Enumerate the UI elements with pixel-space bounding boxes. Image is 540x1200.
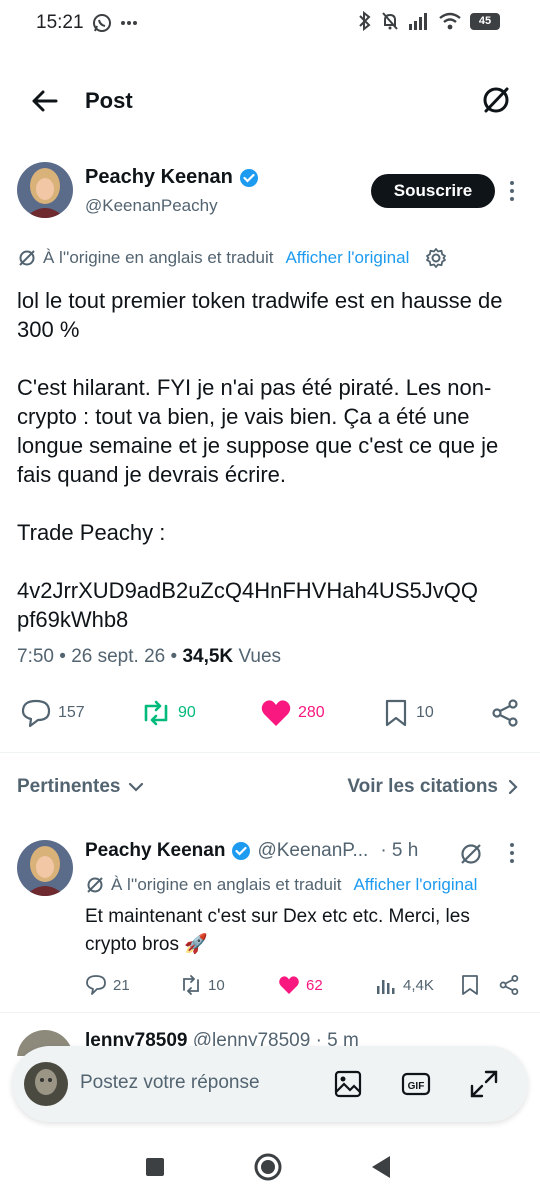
header: Post xyxy=(0,76,540,126)
reply-reply-button[interactable]: 21 xyxy=(85,974,130,996)
reply-avatar[interactable] xyxy=(17,840,73,896)
user-avatar[interactable] xyxy=(24,1062,68,1106)
reply-like-button[interactable]: 62 xyxy=(278,974,323,996)
reply-button[interactable]: 157 xyxy=(20,698,85,728)
repost-count: 90 xyxy=(178,704,196,721)
repost-icon xyxy=(183,975,199,995)
battery-indicator: 45 xyxy=(470,12,500,30)
comment-icon xyxy=(21,699,51,728)
home-button[interactable] xyxy=(251,1150,285,1184)
square-icon xyxy=(146,1158,164,1176)
whatsapp-icon xyxy=(93,14,111,32)
grok-translate-icon xyxy=(19,250,35,266)
share-button[interactable] xyxy=(490,698,520,728)
bluetooth-icon xyxy=(359,11,371,31)
reply-header: Peachy Keenan @KeenanP... · 5 h xyxy=(85,840,418,862)
reply-text: Et maintenant c'est sur Dex etc etc. Mer… xyxy=(85,906,470,955)
replies-header: Pertinentes Voir les citations xyxy=(0,770,540,810)
reply-translation-row: À l''origine en anglais et traduit Affic… xyxy=(85,875,477,895)
triangle-back-icon xyxy=(372,1156,390,1178)
expand-icon[interactable] xyxy=(468,1068,500,1100)
translation-note: À l''origine en anglais et traduit xyxy=(111,875,342,894)
reply-share-icon[interactable] xyxy=(498,974,520,996)
analytics-icon xyxy=(377,980,395,994)
reply-count: 157 xyxy=(58,704,85,721)
post-date: 26 sept. 26 xyxy=(71,646,166,667)
reply-repost-button[interactable]: 10 xyxy=(180,974,225,996)
post-time: 7:50 xyxy=(17,646,54,667)
author-handle[interactable]: @KeenanPeachy xyxy=(85,196,218,216)
repost-icon xyxy=(144,700,168,726)
post-actions: 157 90 280 10 xyxy=(0,694,540,734)
compose-bar: GIF xyxy=(12,1046,528,1122)
reply-actions: 21 10 62 4,4K xyxy=(0,970,540,1002)
page-title: Post xyxy=(85,88,133,113)
status-bar: 15:21 45 xyxy=(0,0,540,48)
bookmark-icon xyxy=(385,699,407,727)
avatar[interactable] xyxy=(17,162,73,218)
view-quotes-link[interactable]: Voir les citations xyxy=(347,776,518,798)
heart-filled-icon xyxy=(279,976,299,994)
reply-views-button[interactable]: 4,4K xyxy=(375,974,434,996)
post-meta: 7:50 • 26 sept. 26 • 34,5K Vues xyxy=(17,646,282,667)
settings-gear-icon[interactable] xyxy=(425,247,447,269)
verified-badge-icon xyxy=(232,842,251,860)
subscribe-button[interactable]: Souscrire xyxy=(371,174,495,208)
bookmark-button[interactable]: 10 xyxy=(382,698,434,728)
heart-filled-icon xyxy=(261,700,291,726)
grok-icon[interactable] xyxy=(480,84,512,116)
reply-input[interactable] xyxy=(80,1060,300,1106)
translation-note: À l''origine en anglais et traduit xyxy=(43,248,274,267)
post-paragraph: Trade Peachy : xyxy=(17,520,166,545)
divider xyxy=(0,1012,540,1013)
system-nav-bar xyxy=(0,1136,540,1200)
translation-row: À l''origine en anglais et traduit Affic… xyxy=(17,247,447,269)
back-button[interactable] xyxy=(364,1150,398,1184)
chevron-down-icon xyxy=(129,782,144,792)
reply-time: · 5 h xyxy=(380,840,419,861)
recents-button[interactable] xyxy=(138,1150,172,1184)
gif-icon[interactable]: GIF xyxy=(400,1068,432,1100)
grok-translate-icon xyxy=(87,877,103,893)
post-paragraph: 4v2JrrXUD9adB2uZcQ4HnFHVHah4US5JvQQ pf69… xyxy=(17,578,478,632)
divider xyxy=(0,752,540,753)
bookmark-count: 10 xyxy=(416,704,434,721)
repost-button[interactable]: 90 xyxy=(140,698,196,728)
sort-dropdown[interactable]: Pertinentes xyxy=(17,776,144,798)
show-original-link[interactable]: Afficher l'original xyxy=(353,875,477,895)
bell-off-icon xyxy=(382,12,398,30)
grok-icon[interactable] xyxy=(458,841,484,867)
post-paragraph: lol le tout premier token tradwife est e… xyxy=(17,288,503,342)
verified-badge-icon xyxy=(239,168,258,187)
views-count[interactable]: 34,5K xyxy=(182,646,233,667)
wifi-icon xyxy=(439,12,461,30)
comment-icon xyxy=(86,975,106,995)
reply-author-name[interactable]: Peachy Keenan xyxy=(85,840,225,862)
views-label: Vues xyxy=(238,646,282,667)
post-text: lol le tout premier token tradwife est e… xyxy=(17,286,527,634)
reply-more-options-icon[interactable] xyxy=(502,838,522,868)
author-name[interactable]: Peachy Keenan xyxy=(85,166,259,189)
reply-author-handle[interactable]: @KeenanP... xyxy=(257,840,368,862)
more-options-icon[interactable] xyxy=(502,176,522,206)
image-icon[interactable] xyxy=(332,1068,364,1100)
status-time: 15:21 xyxy=(36,12,84,33)
signal-icon xyxy=(409,13,427,30)
back-arrow-icon[interactable] xyxy=(28,84,62,118)
share-icon xyxy=(492,699,518,727)
show-original-link[interactable]: Afficher l'original xyxy=(285,248,409,268)
circle-icon xyxy=(254,1153,282,1181)
chevron-right-icon xyxy=(508,779,518,795)
like-count: 280 xyxy=(298,704,325,721)
reply-bookmark-icon[interactable] xyxy=(460,974,480,996)
post-paragraph: C'est hilarant. FYI je n'ai pas été pira… xyxy=(17,375,499,487)
svg-text:GIF: GIF xyxy=(408,1081,425,1092)
like-button[interactable]: 280 xyxy=(260,698,325,728)
more-notifications-icon xyxy=(121,21,137,25)
